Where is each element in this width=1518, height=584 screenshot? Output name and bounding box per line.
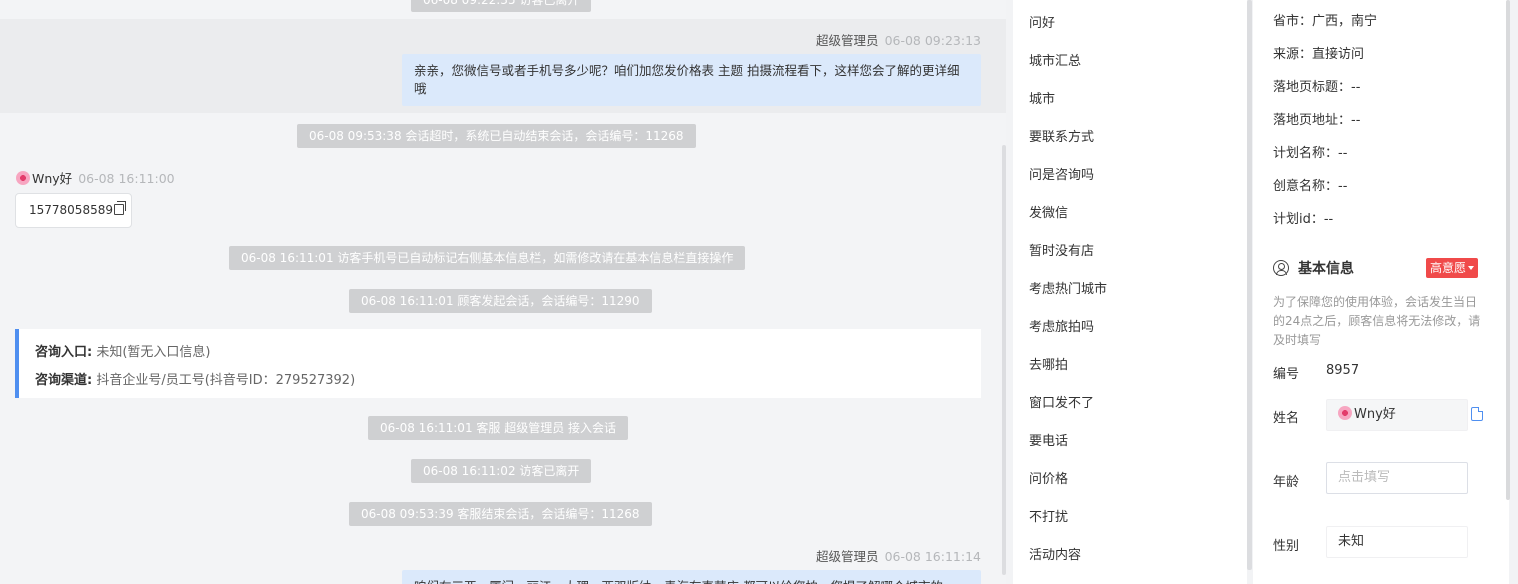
visitor-phone-text: 15778058589 [29, 203, 113, 217]
quick-reply-item[interactable]: 去哪拍 [1029, 354, 1068, 373]
name-label: 姓名 [1273, 411, 1300, 426]
entry-value: 未知(暂无入口信息) [96, 345, 211, 360]
system-message: 06-08 16:11:01 访客手机号已自动标记右侧基本信息栏，如需修改请在基… [229, 246, 746, 270]
info-landing-title: 落地页标题：-- [1273, 80, 1361, 95]
system-message: 06-08 16:11:02 访客已离开 [411, 459, 592, 483]
chat-scrollbar[interactable] [1002, 145, 1006, 575]
quick-reply-item[interactable]: 发微信 [1029, 202, 1068, 221]
message-time: 06-08 16:11:00 [78, 171, 175, 186]
agent-message-bubble: 咱们在三亚、厦门、丽江、大理、西双版纳、青海有直营店 都可以给您拍，您提了解哪个… [402, 570, 981, 584]
quick-reply-item[interactable]: 城市汇总 [1029, 50, 1081, 69]
age-input[interactable] [1338, 470, 1458, 485]
system-message: 06-08 09:53:39 客服结束会话，会话编号：11268 [349, 502, 652, 526]
info-scrollbar[interactable] [1506, 0, 1510, 500]
entry-row: 咨询入口: 未知(暂无入口信息) [35, 339, 965, 367]
name-field[interactable]: Wny好 [1326, 399, 1468, 431]
entry-label: 咨询入口: [35, 345, 93, 360]
quick-reply-item[interactable]: 不打扰 [1029, 506, 1068, 525]
edit-notice: 为了保障您的使用体验，会话发生当日的24点之后，顾客信息将无法修改，请及时填写 [1273, 295, 1481, 347]
quick-reply-item[interactable]: 问好 [1029, 12, 1055, 31]
system-message: 06-08 09:22:35 访客已离开 [411, 0, 592, 12]
quick-reply-item[interactable]: 城市 [1029, 88, 1055, 107]
system-message: 06-08 16:11:01 客服 超级管理员 接入会话 [368, 416, 629, 440]
quick-reply-item[interactable]: 问是咨询吗 [1029, 164, 1094, 183]
quick-reply-list: 问好 城市汇总 城市 要联系方式 问是咨询吗 发微信 暂时没有店 考虑热门城市 … [1013, 0, 1247, 584]
visitor-info-panel: 省市：广西，南宁 来源：直接访问 落地页标题：-- 落地页地址：-- 计划名称：… [1253, 0, 1509, 584]
flower-emoji-icon [16, 171, 30, 185]
name-value: Wny好 [1354, 407, 1396, 422]
visitor-message-bubble[interactable]: 15778058589 [15, 193, 132, 228]
info-plan-name: 计划名称：-- [1273, 146, 1348, 161]
visitor-message-meta: Wny好 06-08 16:11:00 [16, 168, 175, 187]
channel-value: 抖音企业号/员工号(抖音号ID：279527392) [96, 373, 356, 388]
gender-value: 未知 [1338, 534, 1365, 549]
info-source: 来源：直接访问 [1273, 47, 1365, 62]
message-time: 06-08 16:11:14 [884, 549, 981, 564]
quick-reply-item[interactable]: 要联系方式 [1029, 126, 1094, 145]
quick-reply-item[interactable]: 考虑热门城市 [1029, 278, 1107, 297]
gender-label: 性别 [1273, 539, 1300, 554]
visitor-name: Wny好 [32, 171, 73, 186]
agent-message-meta: 超级管理员 06-08 09:23:13 [816, 30, 981, 49]
quick-reply-item[interactable]: 问价格 [1029, 468, 1068, 487]
system-message: 06-08 09:53:38 会话超时，系统已自动结束会话，会话编号：11268 [297, 124, 696, 148]
intent-label: 高意愿 [1430, 261, 1467, 275]
id-value: 8957 [1326, 363, 1360, 378]
message-time: 06-08 09:23:13 [884, 33, 981, 48]
quick-reply-item[interactable]: 暂时没有店 [1029, 240, 1094, 259]
quick-reply-item[interactable]: 窗口发不了 [1029, 392, 1094, 411]
id-label: 编号 [1273, 367, 1300, 382]
gender-select[interactable]: 未知 [1326, 526, 1468, 558]
flower-emoji-icon [1338, 406, 1352, 420]
edit-icon[interactable] [1471, 407, 1483, 421]
info-province: 省市：广西，南宁 [1273, 14, 1378, 29]
quick-reply-item[interactable]: 考虑旅拍吗 [1029, 316, 1094, 335]
quick-reply-item[interactable]: 要电话 [1029, 430, 1068, 449]
intent-badge-dropdown[interactable]: 高意愿 [1426, 258, 1479, 278]
basic-info-title: 基本信息 [1298, 261, 1354, 277]
agent-message-bubble: 亲亲，您微信号或者手机号多少呢？咱们加您发价格表 主题 拍摄流程看下，这样您会了… [402, 54, 981, 106]
user-icon [1273, 260, 1289, 276]
chat-panel[interactable]: 06-08 09:22:35 访客已离开 超级管理员 06-08 09:23:13… [0, 0, 1006, 584]
system-message: 06-08 16:11:01 顾客发起会话，会话编号：11290 [349, 289, 652, 313]
info-creative-name: 创意名称：-- [1273, 179, 1348, 194]
agent-message-meta: 超级管理员 06-08 16:11:14 [816, 546, 981, 565]
agent-name: 超级管理员 [816, 33, 879, 48]
age-field[interactable] [1326, 462, 1468, 494]
agent-name: 超级管理员 [816, 549, 879, 564]
channel-row: 咨询渠道: 抖音企业号/员工号(抖音号ID：279527392) [35, 367, 965, 395]
copy-icon[interactable] [113, 201, 126, 215]
info-landing-url: 落地页地址：-- [1273, 113, 1361, 128]
chat-workspace: 06-08 09:22:35 访客已离开 超级管理员 06-08 09:23:13… [0, 0, 1518, 584]
info-plan-id: 计划id：-- [1273, 212, 1334, 227]
quick-reply-item[interactable]: 活动内容 [1029, 544, 1081, 563]
caret-down-icon [1468, 266, 1475, 270]
channel-label: 咨询渠道: [35, 373, 93, 388]
quick-reply-scrollbar[interactable] [1247, 0, 1252, 570]
basic-info-header: 基本信息 [1273, 258, 1354, 278]
consult-entry-card: 咨询入口: 未知(暂无入口信息) 咨询渠道: 抖音企业号/员工号(抖音号ID：2… [15, 329, 981, 398]
age-label: 年龄 [1273, 475, 1300, 490]
